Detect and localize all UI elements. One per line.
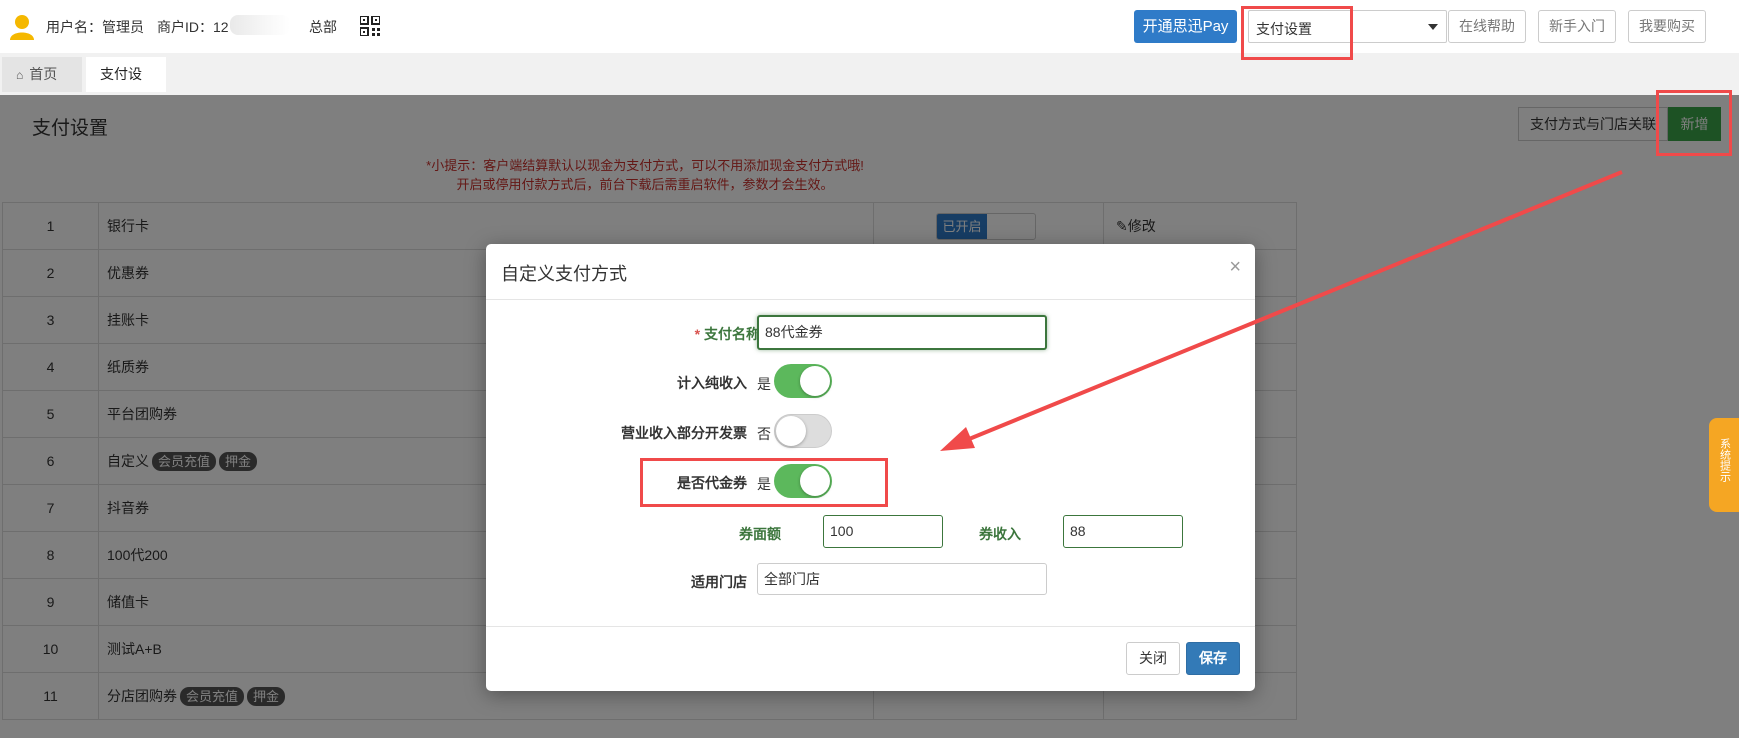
annotation-arrow [940,170,1623,451]
